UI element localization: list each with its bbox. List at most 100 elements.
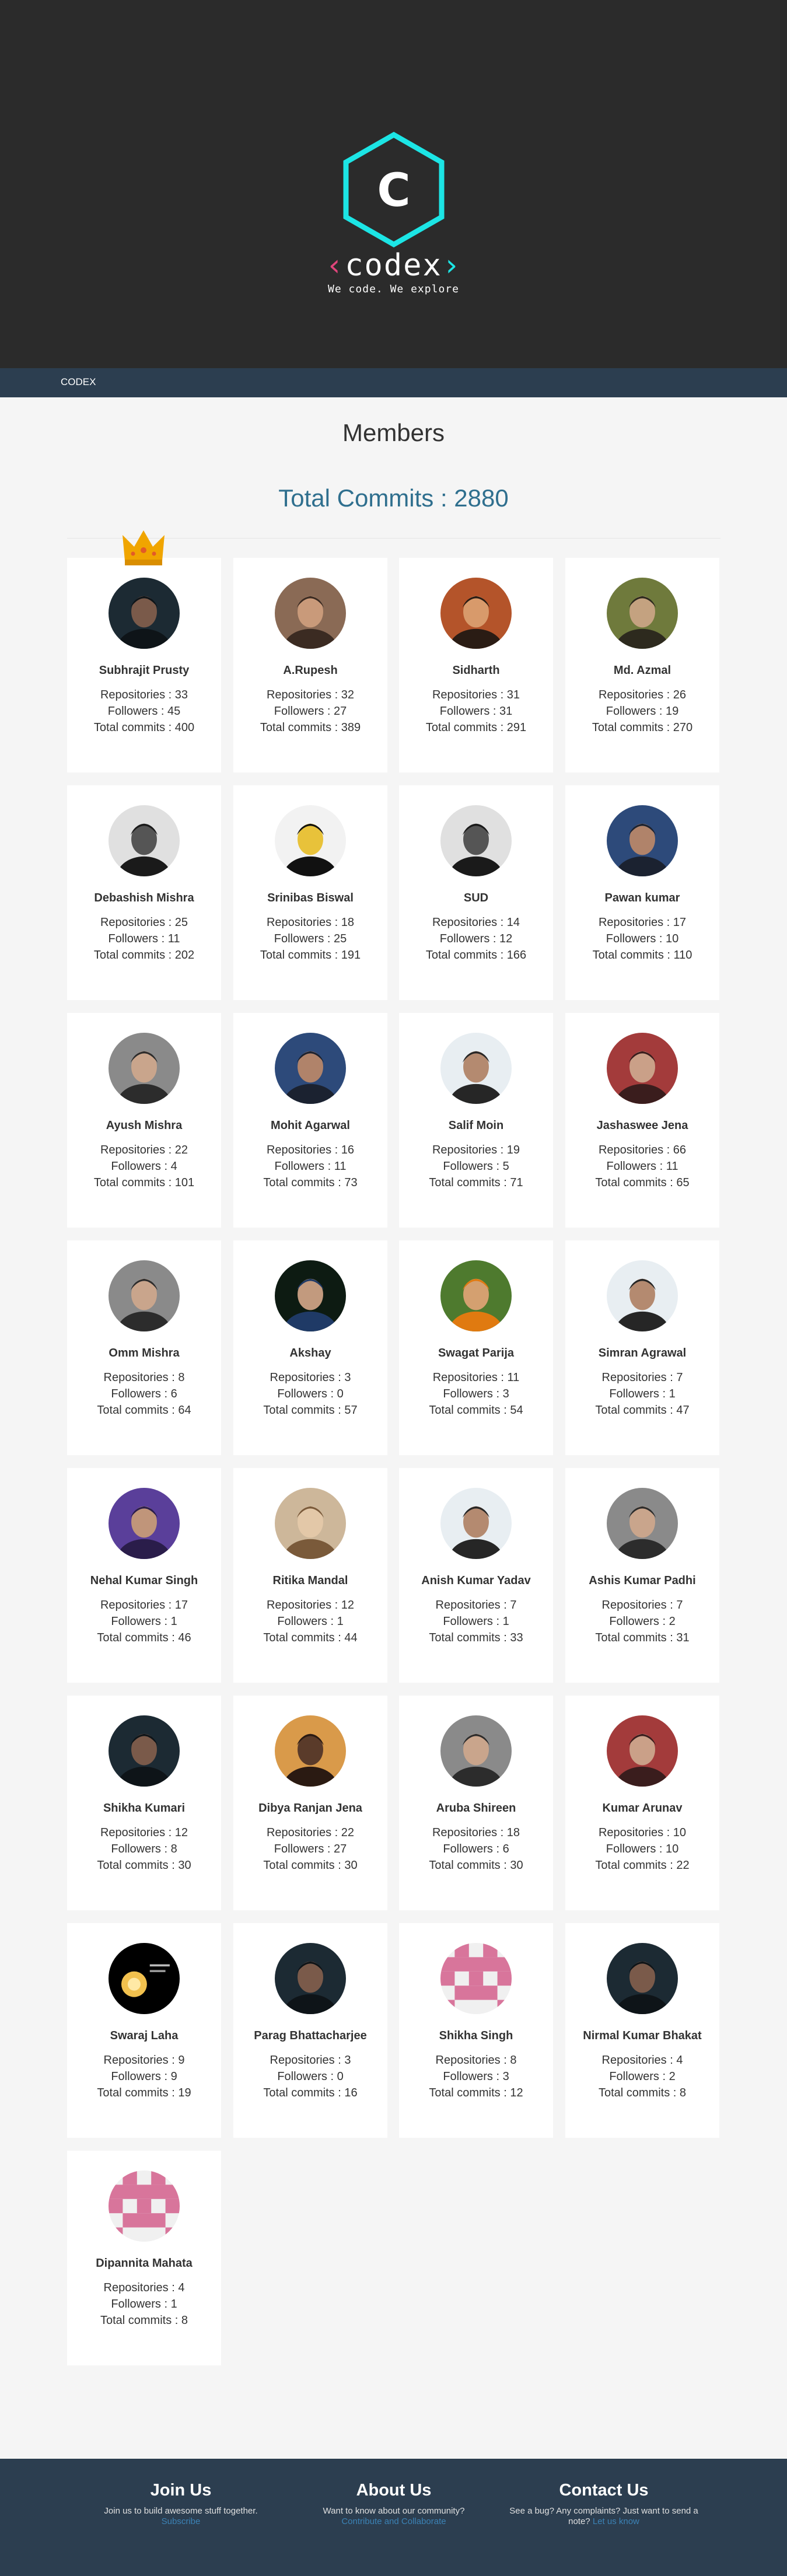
member-repositories: Repositories : 10 bbox=[565, 1826, 719, 1840]
member-name: Nehal Kumar Singh bbox=[90, 1574, 198, 1587]
avatar[interactable] bbox=[440, 1715, 512, 1787]
avatar[interactable] bbox=[607, 578, 678, 649]
member-card[interactable]: A.Rupesh Repositories : 32 Followers : 27 T… bbox=[233, 558, 387, 773]
member-repositories-label: Repositories : bbox=[266, 1144, 341, 1156]
avatar[interactable] bbox=[109, 1943, 180, 2014]
member-repositories-value: 18 bbox=[506, 1826, 520, 1839]
member-repositories-value: 25 bbox=[174, 916, 188, 929]
avatar[interactable] bbox=[440, 1943, 512, 2014]
member-card[interactable]: Srinibas Biswal Repositories : 18 Follower… bbox=[233, 785, 387, 1000]
member-repositories-value: 8 bbox=[510, 2054, 517, 2067]
member-repositories: Repositories : 3 bbox=[233, 2054, 387, 2067]
member-name: Ayush Mishra bbox=[106, 1119, 183, 1132]
member-repositories-value: 66 bbox=[673, 1144, 687, 1156]
navbar-brand-link[interactable]: CODEX bbox=[61, 376, 96, 388]
subscribe-link[interactable]: Subscribe bbox=[162, 2516, 201, 2526]
avatar[interactable] bbox=[607, 1715, 678, 1787]
member-card[interactable]: Mohit Agarwal Repositories : 16 Followers … bbox=[233, 1013, 387, 1228]
avatar[interactable] bbox=[440, 1033, 512, 1104]
member-followers-value: 10 bbox=[666, 932, 679, 945]
avatar[interactable] bbox=[607, 1260, 678, 1331]
avatar[interactable] bbox=[440, 805, 512, 876]
avatar[interactable] bbox=[275, 1715, 346, 1787]
avatar[interactable] bbox=[275, 1033, 346, 1104]
member-card[interactable]: Kumar Arunav Repositories : 10 Followers :… bbox=[565, 1696, 719, 1910]
member-card[interactable]: Pawan kumar Repositories : 17 Followers : … bbox=[565, 785, 719, 1000]
let-us-know-link[interactable]: Let us know bbox=[593, 2516, 639, 2526]
member-card[interactable]: Sidharth Repositories : 31 Followers : 31 T… bbox=[399, 558, 553, 773]
avatar[interactable] bbox=[109, 1488, 180, 1559]
member-card[interactable]: Ashis Kumar Padhi Repositories : 7 Followe… bbox=[565, 1468, 719, 1683]
avatar[interactable] bbox=[275, 1943, 346, 2014]
member-card[interactable]: Akshay Repositories : 3 Followers : 0 Total… bbox=[233, 1240, 387, 1455]
avatar[interactable] bbox=[607, 1943, 678, 2014]
member-card[interactable]: Dibya Ranjan Jena Repositories : 22 Follow… bbox=[233, 1696, 387, 1910]
avatar[interactable] bbox=[109, 1715, 180, 1787]
avatar[interactable] bbox=[607, 1033, 678, 1104]
right-bracket-icon: › bbox=[442, 248, 462, 283]
member-card[interactable]: Aruba Shireen Repositories : 18 Followers … bbox=[399, 1696, 553, 1910]
member-followers-label: Followers : bbox=[609, 2070, 669, 2083]
member-card[interactable]: Simran Agrawal Repositories : 7 Followers … bbox=[565, 1240, 719, 1455]
avatar[interactable] bbox=[275, 1488, 346, 1559]
member-card[interactable]: Anish Kumar Yadav Repositories : 7 Followe… bbox=[399, 1468, 553, 1683]
member-repositories: Repositories : 4 bbox=[565, 2054, 719, 2067]
avatar[interactable] bbox=[440, 1260, 512, 1331]
avatar[interactable] bbox=[109, 1033, 180, 1104]
member-followers-label: Followers : bbox=[609, 1615, 669, 1628]
member-card[interactable]: Dipannita Mahata Repositories : 4 Follower… bbox=[67, 2151, 221, 2365]
member-name: Subhrajit Prusty bbox=[99, 664, 190, 677]
member-total-commits: Total commits : 73 bbox=[233, 1176, 387, 1190]
profile-photo-icon bbox=[607, 1260, 678, 1331]
avatar[interactable] bbox=[109, 1260, 180, 1331]
avatar[interactable] bbox=[275, 805, 346, 876]
member-followers-label: Followers : bbox=[274, 932, 334, 945]
member-total-commits-value: 191 bbox=[341, 949, 361, 962]
member-card[interactable]: Omm Mishra Repositories : 8 Followers : 6 T… bbox=[67, 1240, 221, 1455]
member-repositories-value: 16 bbox=[341, 1144, 355, 1156]
member-total-commits-value: 291 bbox=[506, 721, 527, 734]
avatar[interactable] bbox=[607, 805, 678, 876]
member-name: Parag Bhattacharjee bbox=[254, 2029, 367, 2042]
member-card[interactable]: Ayush Mishra Repositories : 22 Followers :… bbox=[67, 1013, 221, 1228]
avatar[interactable] bbox=[440, 1488, 512, 1559]
avatar[interactable] bbox=[109, 2170, 180, 2242]
member-card[interactable]: SUD Repositories : 14 Followers : 12 Total … bbox=[399, 785, 553, 1000]
member-total-commits: Total commits : 31 bbox=[565, 1631, 719, 1645]
member-card[interactable]: Shikha Kumari Repositories : 12 Followers … bbox=[67, 1696, 221, 1910]
avatar[interactable] bbox=[275, 578, 346, 649]
avatar[interactable] bbox=[275, 1260, 346, 1331]
member-card[interactable]: Ritika Mandal Repositories : 12 Followers … bbox=[233, 1468, 387, 1683]
member-repositories-label: Repositories : bbox=[432, 688, 507, 701]
member-card[interactable]: Swagat Parija Repositories : 11 Followers … bbox=[399, 1240, 553, 1455]
avatar[interactable] bbox=[109, 578, 180, 649]
member-card[interactable]: Subhrajit Prusty Repositories : 33 Followe… bbox=[67, 558, 221, 773]
member-card[interactable]: Salif Moin Repositories : 19 Followers : 5… bbox=[399, 1013, 553, 1228]
member-total-commits-value: 202 bbox=[174, 949, 195, 962]
member-followers-label: Followers : bbox=[111, 1160, 171, 1173]
member-card[interactable]: Nehal Kumar Singh Repositories : 17 Follow… bbox=[67, 1468, 221, 1683]
avatar[interactable] bbox=[440, 578, 512, 649]
member-followers: Followers : 1 bbox=[67, 1615, 221, 1628]
member-card[interactable]: Nirmal Kumar Bhakat Repositories : 4 Follo… bbox=[565, 1923, 719, 2138]
member-total-commits-label: Total commits : bbox=[97, 1859, 179, 1872]
member-followers: Followers : 19 bbox=[565, 705, 719, 718]
member-total-commits: Total commits : 202 bbox=[67, 949, 221, 962]
member-total-commits-value: 30 bbox=[344, 1859, 358, 1872]
member-card[interactable]: Shikha Singh Repositories : 8 Followers : … bbox=[399, 1923, 553, 2138]
member-total-commits-label: Total commits : bbox=[425, 949, 507, 962]
contribute-link[interactable]: Contribute and Collaborate bbox=[341, 2516, 446, 2526]
member-card[interactable]: Swaraj Laha Repositories : 9 Followers : 9… bbox=[67, 1923, 221, 2138]
member-card[interactable]: Jashaswee Jena Repositories : 66 Followers… bbox=[565, 1013, 719, 1228]
avatar[interactable] bbox=[607, 1488, 678, 1559]
avatar[interactable] bbox=[109, 805, 180, 876]
member-followers-value: 6 bbox=[502, 1843, 509, 1855]
member-card[interactable]: Debashish Mishra Repositories : 25 Followe… bbox=[67, 785, 221, 1000]
member-repositories-label: Repositories : bbox=[266, 1599, 341, 1612]
member-repositories-label: Repositories : bbox=[432, 1371, 508, 1384]
member-card[interactable]: Md. Azmal Repositories : 26 Followers : 19… bbox=[565, 558, 719, 773]
member-total-commits-value: 54 bbox=[510, 1404, 523, 1417]
member-total-commits-label: Total commits : bbox=[429, 2086, 510, 2099]
member-card[interactable]: Parag Bhattacharjee Repositories : 3 Follo… bbox=[233, 1923, 387, 2138]
member-total-commits-value: 47 bbox=[676, 1404, 690, 1417]
